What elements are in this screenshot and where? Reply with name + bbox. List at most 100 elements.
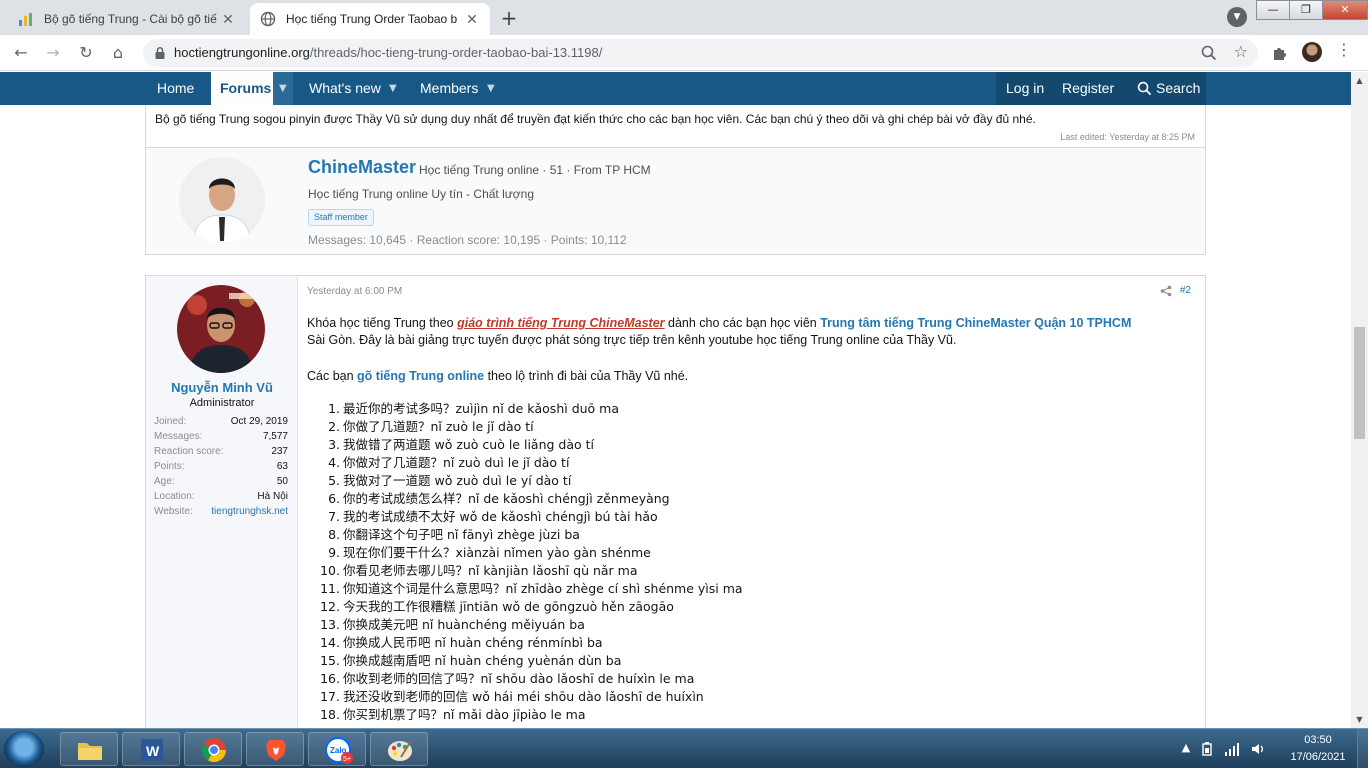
nav-whats-new[interactable]: What's new (309, 72, 381, 105)
page-viewport: Home Forums ▼ What's new ▼ Members ▼ Log… (0, 72, 1351, 728)
website-link[interactable]: tiengtrunghsk.net (211, 506, 288, 517)
site-navigation: Home Forums ▼ What's new ▼ Members ▼ Log… (0, 72, 1351, 105)
forward-arrow-icon[interactable]: → (41, 41, 65, 65)
member-signature-block: ChineMaster Học tiếng Trung online · 51 … (145, 147, 1206, 255)
back-arrow-icon[interactable]: ← (9, 41, 33, 65)
tab-search-chevron-icon[interactable]: ▼ (1227, 7, 1247, 27)
restore-icon[interactable]: ❐ (1289, 0, 1323, 20)
member-photo-icon (179, 157, 265, 243)
scroll-thumb[interactable] (1354, 327, 1365, 439)
browser-menu-icon[interactable]: ⋮ (1334, 40, 1354, 59)
intro-line-3: Các bạn gõ tiếng Trung online theo lộ tr… (307, 368, 688, 385)
share-icon[interactable] (1160, 285, 1172, 297)
taskbar-paint[interactable] (370, 732, 428, 766)
center-link[interactable]: Trung tâm tiếng Trung ChineMaster Quận 1… (820, 316, 1131, 330)
profile-avatar[interactable] (1302, 42, 1322, 62)
show-desktop-button[interactable] (1357, 729, 1368, 768)
zalo-icon: Zalo5+ (325, 737, 353, 764)
extra-value: Oct 29, 2019 (230, 416, 288, 427)
chevron-down-icon[interactable]: ▼ (487, 72, 495, 105)
post-number-link[interactable]: #2 (1180, 285, 1191, 296)
typing-link[interactable]: gõ tiếng Trung online (357, 369, 484, 383)
tab-close-icon[interactable]: ✕ (220, 11, 236, 28)
poster-name[interactable]: Nguyễn Minh Vũ (146, 380, 298, 395)
staff-badge: Staff member (308, 209, 374, 226)
nav-home[interactable]: Home (157, 72, 194, 105)
tab-title: Bộ gõ tiếng Trung - Cài bộ gõ tiế (44, 12, 217, 26)
new-tab-plus-icon[interactable]: + (496, 6, 522, 32)
extra-value: 50 (276, 476, 288, 487)
brave-lion-icon (266, 740, 286, 761)
list-item: 10. 你看见老师去哪儿吗？nǐ kànjiàn lǎoshī qù nǎr ma (320, 563, 638, 578)
word-icon: W (141, 739, 163, 761)
extra-value: 237 (271, 446, 288, 457)
address-bar[interactable]: hoctiengtrungonline.org/threads/hoc-tien… (143, 39, 1258, 67)
taskbar-chrome[interactable] (184, 732, 242, 766)
extra-label: Reaction score: (154, 446, 224, 457)
poster-photo-icon (177, 285, 265, 373)
list-item: 4. 你做对了几道题？nǐ zuò duì le jǐ dào tí (328, 455, 570, 470)
window-controls: — ❐ ✕ (1256, 0, 1368, 22)
list-item: 18. 你买到机票了吗？nǐ mǎi dào jīpiào le ma (320, 707, 586, 722)
taskbar-explorer[interactable] (60, 732, 118, 766)
windows-taskbar: W Zalo 5+ ▲ 03:50 17/06/2021 (0, 728, 1368, 768)
battery-plug-icon[interactable] (1200, 741, 1214, 757)
list-item: 15. 你换成越南盾吧 nǐ huàn chéng yuènán dùn ba (320, 653, 622, 668)
avatar[interactable] (177, 285, 265, 373)
folder-icon (78, 743, 102, 760)
taskbar-brave[interactable] (246, 732, 304, 766)
member-name[interactable]: ChineMaster (308, 157, 416, 178)
site-favicon-icon (19, 13, 32, 26)
poster-title: Administrator (189, 397, 255, 409)
extensions-puzzle-icon[interactable] (1270, 42, 1290, 62)
textbook-link[interactable]: giáo trình tiếng Trung ChineMaster (457, 316, 664, 330)
reload-icon[interactable]: ↻ (74, 41, 98, 65)
scroll-up-icon[interactable]: ▲ (1351, 72, 1368, 89)
nav-members[interactable]: Members (420, 72, 478, 105)
intro-line-2: Sài Gòn. Đây là bài giảng trực tuyến đượ… (307, 333, 957, 347)
browser-tab-bar: Bộ gõ tiếng Trung - Cài bộ gõ tiế ✕ Học … (0, 0, 1368, 35)
post-user-column: Nguyễn Minh Vũ Administrator Joined: Oct … (146, 276, 298, 728)
chevron-down-icon: ▼ (279, 83, 287, 94)
login-link[interactable]: Log in (1006, 72, 1044, 105)
intro-line-1: Khóa học tiếng Trung theo giáo trình tiế… (307, 315, 1131, 332)
member-stats: Messages: 10,645 · Reaction score: 10,19… (308, 233, 627, 247)
post-2: Nguyễn Minh Vũ Administrator Joined: Oct … (145, 275, 1206, 728)
extra-label: Website: (154, 506, 193, 517)
search-icon[interactable] (1137, 81, 1152, 96)
browser-tab-order-taobao[interactable]: Học tiếng Trung Order Taobao b ✕ (250, 3, 490, 35)
avatar[interactable] (179, 157, 265, 243)
clock-time[interactable]: 03:50 (1296, 734, 1340, 746)
taskbar-zalo[interactable]: Zalo 5+ (308, 732, 366, 766)
home-icon[interactable]: ⌂ (106, 41, 130, 65)
url-text: hoctiengtrungonline.org/threads/hoc-tien… (174, 45, 603, 60)
chrome-icon (201, 738, 226, 763)
nav-forums[interactable]: Forums (211, 72, 273, 105)
volume-icon[interactable] (1250, 741, 1266, 757)
svg-text:5+: 5+ (343, 756, 351, 763)
zoom-icon[interactable] (1200, 44, 1218, 62)
browser-tab-bo-go[interactable]: Bộ gõ tiếng Trung - Cài bộ gõ tiế ✕ (8, 3, 246, 35)
search-link[interactable]: Search (1156, 72, 1200, 105)
minimize-icon[interactable]: — (1256, 0, 1290, 20)
member-about: Học tiếng Trung online Uy tín - Chất lượ… (308, 187, 535, 201)
extra-label: Points: (154, 461, 185, 472)
page-scrollbar[interactable]: ▲ ▼ (1351, 72, 1368, 728)
scroll-down-icon[interactable]: ▼ (1351, 711, 1368, 728)
post-date[interactable]: Yesterday at 6:00 PM (307, 286, 402, 297)
start-button-windows-icon[interactable] (4, 731, 44, 767)
register-link[interactable]: Register (1062, 72, 1114, 105)
show-hidden-icons-icon[interactable]: ▲ (1178, 741, 1194, 757)
network-signal-icon[interactable] (1224, 741, 1240, 757)
taskbar-word[interactable]: W (122, 732, 180, 766)
window-close-icon[interactable]: ✕ (1322, 0, 1368, 20)
list-item: 6. 你的考试成绩怎么样？nǐ de kǎoshì chéngjì zěnmeyà… (328, 491, 670, 506)
tab-close-icon[interactable]: ✕ (464, 11, 480, 28)
extra-label: Age: (154, 476, 175, 487)
bookmark-star-icon[interactable]: ☆ (1234, 42, 1248, 61)
extra-value: 63 (276, 461, 288, 472)
previous-post-text: Bộ gõ tiếng Trung sogou pinyin được Thầy… (155, 112, 1036, 126)
list-item: 12. 今天我的工作很糟糕 jīntiān wǒ de gōngzuò hěn z… (320, 599, 674, 614)
clock-date[interactable]: 17/06/2021 (1281, 751, 1355, 763)
chevron-down-icon[interactable]: ▼ (389, 72, 397, 105)
